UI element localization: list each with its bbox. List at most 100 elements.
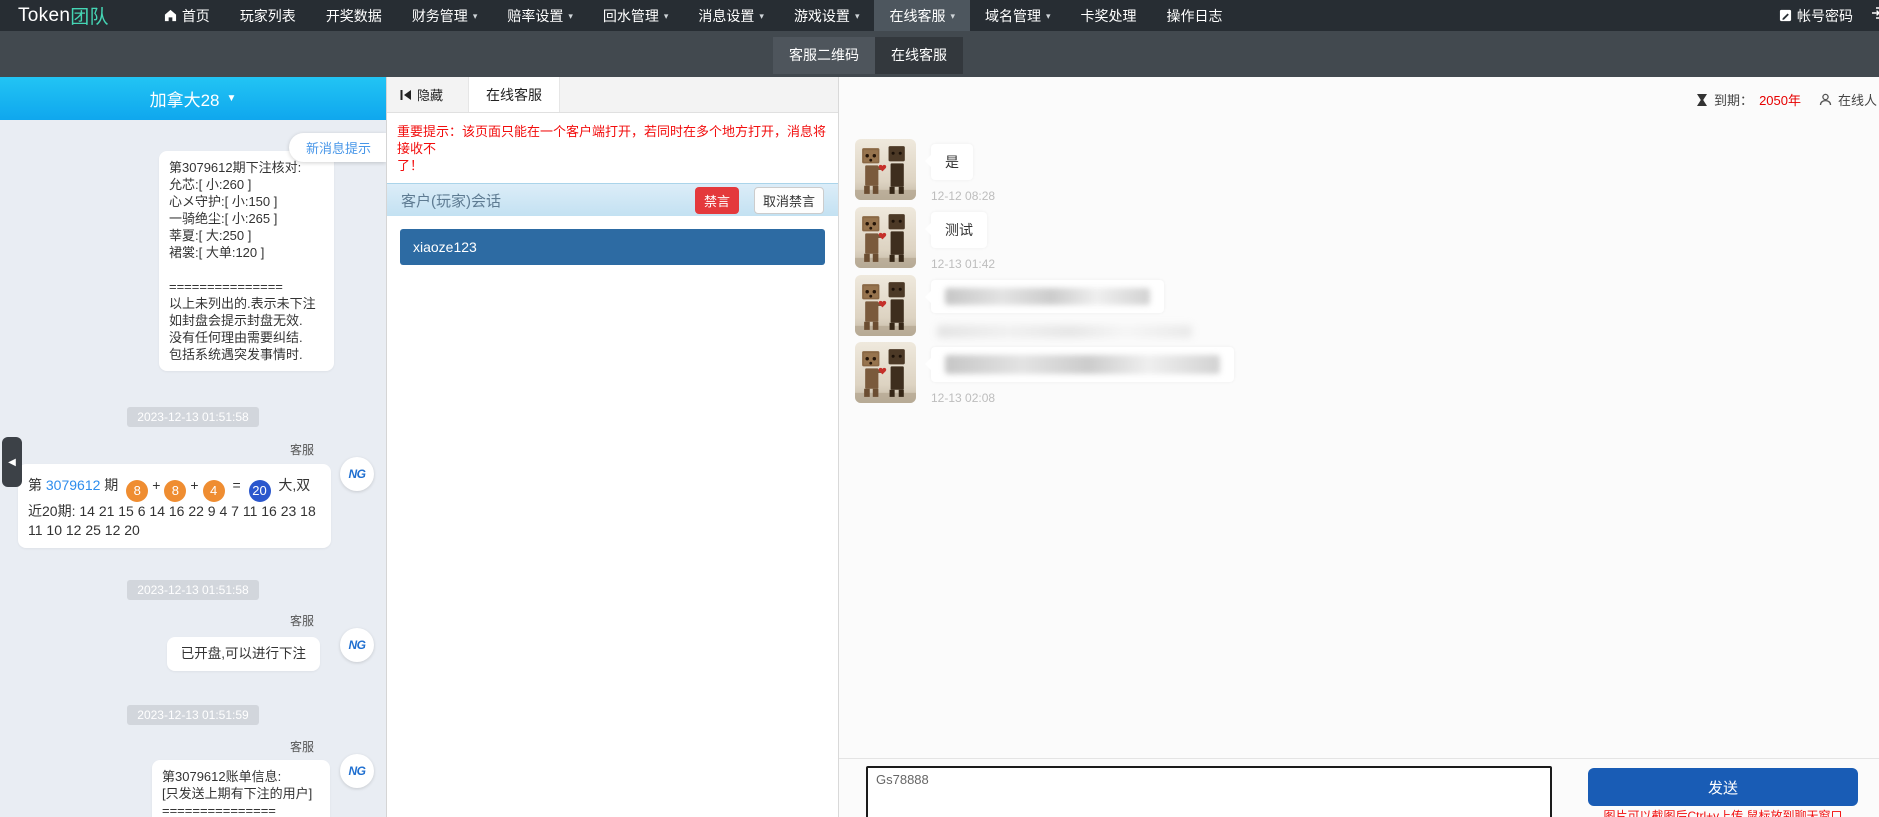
- draw-operator: +: [190, 477, 198, 493]
- conversation-panel: 到期： 2050年 在线人 是 12-12 08:28 测试 12-13 01:…: [839, 77, 1879, 817]
- agent-label: 客服: [0, 443, 314, 458]
- timestamp-pill: 2023-12-13 01:51:58: [127, 580, 258, 600]
- caret-down-icon: ▾: [473, 11, 478, 22]
- expire-value: 2050年: [1759, 90, 1801, 109]
- message-row: 12-13 02:08: [855, 342, 1234, 405]
- subnav-tabs: 客服二维码 在线客服: [773, 37, 963, 74]
- nav-item-players[interactable]: 玩家列表: [225, 0, 311, 31]
- message-bubble: 测试: [931, 212, 987, 248]
- agent-avatar: NG: [340, 457, 374, 491]
- message-content: [931, 275, 1192, 338]
- nav-item-operation-log[interactable]: 操作日志: [1152, 0, 1238, 31]
- nav-item-online-service[interactable]: 在线客服▾: [874, 0, 970, 31]
- session-user-item-selected[interactable]: xiaoze123: [400, 229, 825, 265]
- nav-menu: 首页 玩家列表 开奖数据 财务管理▾ 赔率设置▾ 回水管理▾ 消息设置▾ 游戏设…: [149, 0, 1238, 31]
- user-avatar-image[interactable]: [855, 275, 916, 336]
- nav-item-domain[interactable]: 域名管理▾: [970, 0, 1066, 31]
- nav-item-label: 消息设置: [698, 6, 754, 26]
- session-list-title: 客户(玩家)会话: [401, 190, 501, 211]
- room-chat-body: 新消息提示 第3079612期下注核对: 允芯:[ 小:260 ] 心メ守护:[…: [0, 120, 386, 817]
- caret-down-icon: ▾: [855, 11, 860, 22]
- room-title: 加拿大28: [150, 86, 220, 111]
- message-content: 12-13 02:08: [931, 342, 1234, 405]
- unmute-button[interactable]: 取消禁言: [754, 187, 824, 214]
- draw-issue-suffix: 期: [104, 477, 118, 493]
- message-text: 测试: [945, 222, 973, 238]
- redacted-message-blur: [937, 325, 1192, 338]
- bet-check-message: 第3079612期下注核对: 允芯:[ 小:260 ] 心メ守护:[ 小:150…: [159, 151, 334, 371]
- tab-online-service-inner[interactable]: 在线客服: [468, 77, 560, 112]
- send-button[interactable]: 发送: [1588, 768, 1858, 806]
- nav-item-label: 财务管理: [412, 6, 468, 26]
- nav-item-label: 操作日志: [1167, 6, 1223, 26]
- user-avatar-image[interactable]: [855, 207, 916, 268]
- message-row: 测试 12-13 01:42: [855, 207, 1234, 271]
- nav-item-message-settings[interactable]: 消息设置 ▾: [683, 0, 779, 31]
- draw-result-message: 第 3079612 期 8+8+4 = 20 大,双 近20期: 14 21 1…: [18, 464, 331, 548]
- panel-collapse-handle[interactable]: ◀: [2, 437, 22, 487]
- draw-number-ball: 8: [126, 480, 148, 502]
- home-icon: [164, 9, 177, 22]
- top-navbar: Token团队 首页 玩家列表 开奖数据 财务管理▾ 赔率设置▾ 回水管理▾ 消…: [0, 0, 1879, 31]
- agent-message-group: 客服 NG 第3079612账单信息: [只发送上期有下注的用户] ======…: [0, 740, 386, 817]
- message-time: 12-13 02:08: [931, 391, 1234, 405]
- room-selector[interactable]: 加拿大28 ▼: [0, 77, 386, 120]
- session-panel: 隐藏 在线客服 重要提示：该页面只能在一个客户端打开，若同时在多个地方打开，消息…: [386, 77, 839, 817]
- expiry-status-bar: 到期： 2050年 在线人: [1696, 90, 1877, 109]
- redacted-message-blur: [945, 355, 1220, 374]
- user-avatar-image[interactable]: [855, 342, 916, 403]
- agent-avatar: NG: [340, 754, 374, 788]
- user-avatar-image[interactable]: [855, 139, 916, 200]
- agent-label: 客服: [0, 740, 314, 755]
- draw-issue-number[interactable]: 3079612: [46, 477, 101, 493]
- person-icon: [1819, 93, 1832, 106]
- tab-service-qrcode[interactable]: 客服二维码: [773, 37, 875, 74]
- caret-down-icon: ▾: [950, 11, 955, 22]
- draw-operator: +: [152, 477, 160, 493]
- nav-item-home[interactable]: 首页: [149, 0, 225, 31]
- new-message-alert-button[interactable]: 新消息提示: [289, 133, 386, 162]
- logout-icon: [1871, 6, 1879, 20]
- nav-item-prize-handling[interactable]: 卡奖处理: [1066, 0, 1152, 31]
- collapse-left-icon: [400, 89, 412, 101]
- agent-avatar-text: NG: [349, 467, 366, 481]
- nav-item-finance[interactable]: 财务管理 ▾: [397, 0, 493, 31]
- app-logo: Token团队: [18, 0, 109, 31]
- timestamp-pill: 2023-12-13 01:51:58: [127, 407, 258, 427]
- draw-operator: =: [232, 477, 240, 493]
- mute-button[interactable]: 禁言: [695, 187, 739, 214]
- hide-button-label: 隐藏: [417, 85, 443, 104]
- tab-online-service[interactable]: 在线客服: [875, 37, 963, 74]
- hourglass-icon: [1696, 93, 1708, 107]
- caret-down-icon: ▼: [227, 93, 237, 104]
- nav-item-odds[interactable]: 赔率设置▾: [492, 0, 588, 31]
- session-list-header: 客户(玩家)会话 禁言 取消禁言: [387, 183, 838, 216]
- caret-down-icon: ▾: [568, 11, 573, 22]
- account-password-button[interactable]: 帐号密码: [1779, 6, 1853, 26]
- message-row: [855, 275, 1234, 338]
- hide-panel-button[interactable]: 隐藏: [396, 77, 447, 112]
- nav-item-label: 回水管理: [603, 6, 659, 26]
- message-text: 是: [945, 154, 959, 170]
- nav-item-rebate[interactable]: 回水管理▾: [588, 0, 684, 31]
- subnav-bar: 客服二维码 在线客服: [0, 31, 1879, 77]
- session-toolbar: 隐藏 在线客服: [387, 77, 838, 113]
- message-bubble-redacted: [931, 347, 1234, 382]
- nav-item-label: 开奖数据: [326, 6, 382, 26]
- paste-image-tip: 图片可以截图后Ctrl+v上传,鼠标放到聊天窗口: [1588, 807, 1858, 817]
- draw-sum-ball: 20: [249, 480, 271, 502]
- draw-prefix: 第: [28, 477, 42, 493]
- nav-item-draw-data[interactable]: 开奖数据: [311, 0, 397, 31]
- conversation-messages: 是 12-12 08:28 测试 12-13 01:42 12-13 02:08: [855, 139, 1234, 405]
- agent-message-group: 客服 NG 已开盘,可以进行下注: [0, 614, 386, 671]
- nav-item-label: 卡奖处理: [1081, 6, 1137, 26]
- message-input[interactable]: Gs78888: [866, 766, 1552, 817]
- logout-button[interactable]: [1871, 6, 1879, 25]
- nav-item-game-settings[interactable]: 游戏设置▾: [779, 0, 875, 31]
- nav-item-label: 玩家列表: [240, 6, 296, 26]
- nav-item-label: 首页: [182, 6, 210, 26]
- agent-avatar-text: NG: [349, 764, 366, 778]
- caret-down-icon: ▾: [759, 11, 764, 22]
- agent-avatar-text: NG: [349, 638, 366, 652]
- navbar-right: 帐号密码: [1779, 0, 1879, 31]
